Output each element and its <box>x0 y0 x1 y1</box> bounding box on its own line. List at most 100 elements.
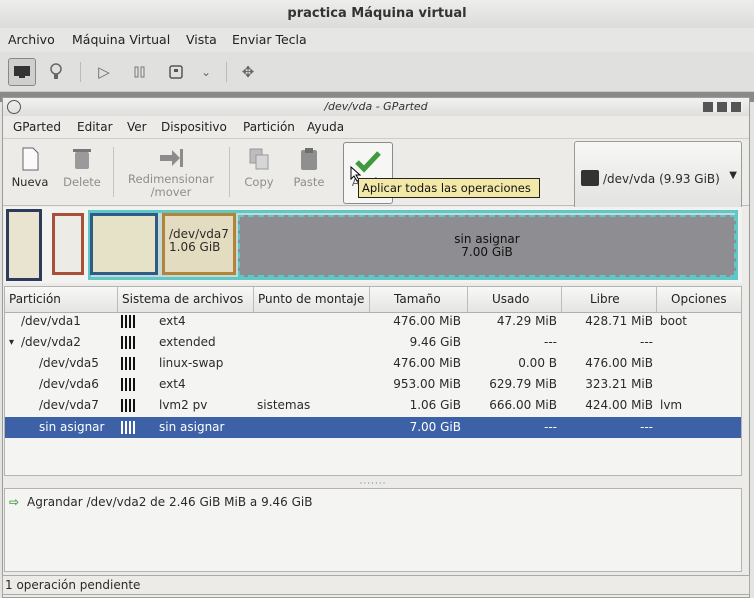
paste-button-label: Paste <box>293 175 325 189</box>
vm-menu-enviar-tecla[interactable]: Enviar Tecla <box>232 32 307 47</box>
device-selector-label: /dev/vda (9.93 GiB) <box>603 172 720 186</box>
cell-free: --- <box>640 335 653 349</box>
col-header-mountpoint[interactable]: Punto de montaje <box>254 287 370 313</box>
cell-free: --- <box>640 420 653 434</box>
table-row[interactable]: /dev/vda6 ext4 953.00 MiB 629.79 MiB 323.21 … <box>5 374 741 395</box>
operations-pane: ⇨ Agrandar /dev/vda2 de 2.46 GiB MiB a 9.… <box>4 488 742 572</box>
gparted-menubar: GParted Editar Ver Dispositivo Partición… <box>3 116 749 138</box>
cell-size: 7.00 GiB <box>409 420 461 434</box>
col-header-opciones[interactable]: Opciones <box>657 287 741 313</box>
cell-filesystem: lvm2 pv <box>159 398 208 412</box>
table-row[interactable]: ▾ /dev/vda2 extended 9.46 GiB --- --- <box>5 332 741 353</box>
cell-size: 476.00 MiB <box>393 356 461 370</box>
vm-menubar: Archivo Máquina Virtual Vista Enviar Tec… <box>0 28 754 52</box>
cell-used: 666.00 MiB <box>489 398 557 412</box>
cell-filesystem: ext4 <box>159 314 186 328</box>
partition-map-vda7[interactable]: /dev/vda7 1.06 GiB <box>162 213 236 275</box>
status-bar: 1 operación pendiente <box>2 575 750 595</box>
trash-icon <box>73 149 91 169</box>
toolbar-separator <box>80 62 81 82</box>
vm-toolbar: ▷ ⌄ ✥ <box>0 52 754 92</box>
menu-ver[interactable]: Ver <box>127 120 147 134</box>
monitor-icon[interactable] <box>8 58 36 86</box>
app-icon <box>7 100 21 114</box>
cell-free: 323.21 MiB <box>585 377 653 391</box>
table-row[interactable]: /dev/vda1 ext4 476.00 MiB 47.29 MiB 428.71 M… <box>5 311 741 332</box>
resize-arrow-icon <box>160 149 183 167</box>
menu-editar[interactable]: Editar <box>77 120 113 134</box>
new-document-icon <box>22 147 39 171</box>
operation-item[interactable]: ⇨ Agrandar /dev/vda2 de 2.46 GiB MiB a 9.… <box>9 495 312 509</box>
cell-partition: /dev/vda1 <box>21 314 81 328</box>
menu-dispositivo[interactable]: Dispositivo <box>161 120 227 134</box>
cell-filesystem: extended <box>159 335 216 349</box>
toolbar-separator <box>229 147 230 197</box>
power-icon[interactable] <box>162 58 190 86</box>
resize-operation-icon: ⇨ <box>9 495 20 509</box>
col-header-filesystem[interactable]: Sistema de archivos <box>118 287 254 313</box>
cell-used: --- <box>544 335 557 349</box>
filesystem-color-icon <box>121 336 135 349</box>
new-button-label: Nueva <box>11 175 49 189</box>
paste-icon <box>301 148 317 170</box>
vm-window-title: practica Máquina virtual <box>0 0 754 28</box>
gparted-title-bar: /dev/vda - GParted <box>3 98 749 116</box>
partition-map-vda1[interactable] <box>6 209 42 281</box>
vm-menu-maquina-virtual[interactable]: Máquina Virtual <box>72 32 170 47</box>
partition-table: Partición Sistema de archivos Punto de m… <box>4 286 742 476</box>
dropdown-arrow-icon: ▼ <box>729 170 737 181</box>
cell-flags: boot <box>660 314 688 328</box>
cell-free: 424.00 MiB <box>585 398 653 412</box>
resize-button-label-line2: /mover <box>150 185 192 199</box>
table-row[interactable]: /dev/vda5 linux-swap 476.00 MiB 0.00 B 476.0… <box>5 353 741 374</box>
filesystem-color-icon <box>121 378 135 391</box>
toolbar-separator <box>113 147 114 197</box>
cell-size: 476.00 MiB <box>393 314 461 328</box>
play-icon[interactable]: ▷ <box>90 58 118 86</box>
delete-button-label: Delete <box>63 175 101 189</box>
chevron-down-icon[interactable]: ⌄ <box>192 58 220 86</box>
cell-used: 47.29 MiB <box>496 314 557 328</box>
partition-map-unallocated[interactable]: sin asignar 7.00 GiB <box>238 215 736 277</box>
col-header-usado[interactable]: Usado <box>468 287 562 313</box>
fullscreen-icon[interactable]: ✥ <box>234 58 262 86</box>
cell-free: 428.71 MiB <box>585 314 653 328</box>
col-header-particion[interactable]: Partición <box>5 287 118 313</box>
col-header-tamano[interactable]: Tamaño <box>370 287 468 313</box>
col-header-libre[interactable]: Libre <box>562 287 657 313</box>
table-row[interactable]: sin asignar sin asignar 7.00 GiB --- --- <box>5 417 741 438</box>
vm-menu-vista[interactable]: Vista <box>186 32 217 47</box>
partition-map-vda6[interactable] <box>90 213 158 275</box>
cell-filesystem: linux-swap <box>159 356 224 370</box>
new-button[interactable]: Nueva <box>7 139 53 203</box>
resize-move-button[interactable]: Redimensionar /mover <box>119 139 223 203</box>
cell-partition: sin asignar <box>39 420 105 434</box>
copy-button[interactable]: Copy <box>235 139 283 203</box>
vda7-map-size: 1.06 GiB <box>169 240 221 254</box>
pause-icon[interactable] <box>126 58 154 86</box>
partition-map-vda5[interactable] <box>52 213 84 275</box>
copy-button-label: Copy <box>244 175 274 189</box>
lightbulb-icon[interactable] <box>42 58 70 86</box>
menu-ayuda[interactable]: Ayuda <box>307 120 344 134</box>
cell-partition: /dev/vda6 <box>39 377 99 391</box>
cell-size: 9.46 GiB <box>409 335 461 349</box>
vm-menu-archivo[interactable]: Archivo <box>8 32 55 47</box>
cell-partition: /dev/vda5 <box>39 356 99 370</box>
device-selector[interactable]: /dev/vda (9.93 GiB) ▼ <box>574 141 742 209</box>
cell-partition: /dev/vda7 <box>39 398 99 412</box>
cell-partition: /dev/vda2 <box>21 335 81 349</box>
menu-gparted[interactable]: GParted <box>13 120 61 134</box>
hard-disk-icon <box>581 170 599 186</box>
paste-button[interactable]: Paste <box>285 139 333 203</box>
filesystem-color-icon <box>121 399 135 412</box>
delete-button[interactable]: Delete <box>57 139 107 203</box>
menu-particion[interactable]: Partición <box>243 120 295 134</box>
window-controls-icon[interactable] <box>703 102 743 112</box>
table-row[interactable]: /dev/vda7 lvm2 pv sistemas 1.06 GiB 666.00 M… <box>5 395 741 416</box>
cell-used: 629.79 MiB <box>489 377 557 391</box>
cell-filesystem: ext4 <box>159 377 186 391</box>
expander-icon[interactable]: ▾ <box>9 332 14 353</box>
filesystem-color-icon <box>121 357 135 370</box>
cell-filesystem: sin asignar <box>159 420 225 434</box>
